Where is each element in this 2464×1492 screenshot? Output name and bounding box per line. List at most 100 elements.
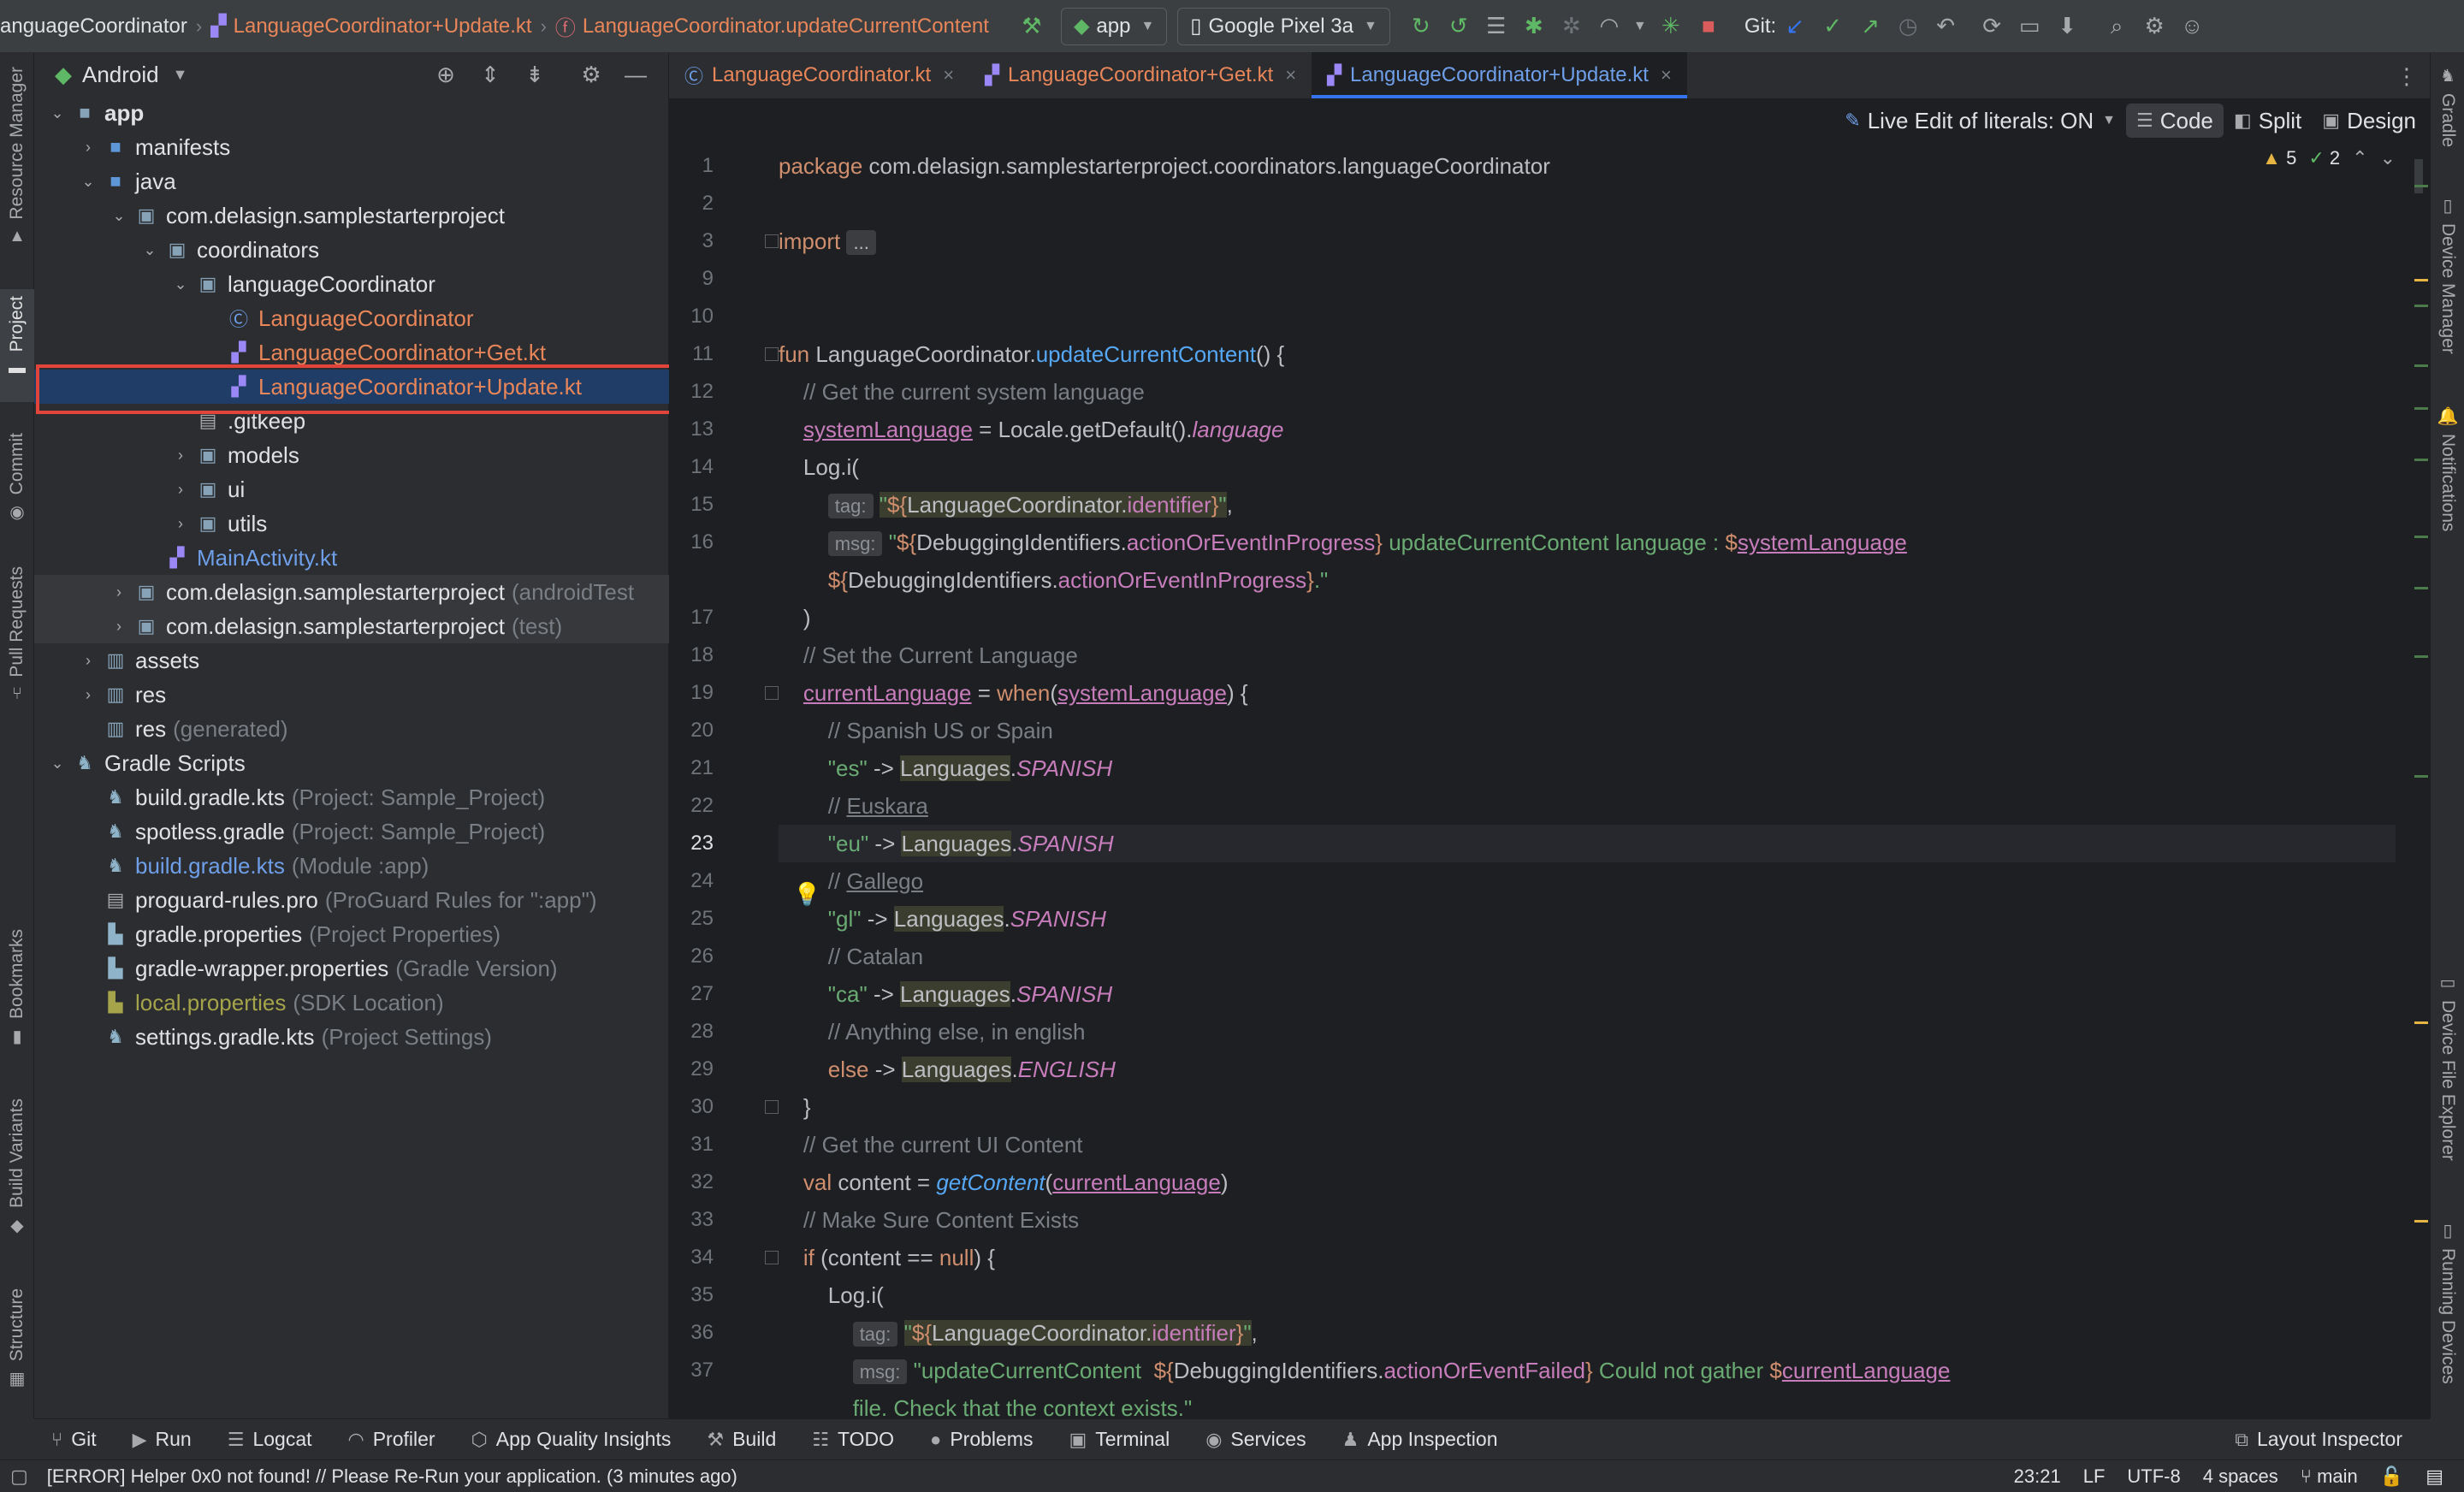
bottom-tab-layout-inspector[interactable]: ⧉ Layout Inspector bbox=[2218, 1428, 2421, 1451]
bottom-tab-profiler[interactable]: ◠ Profiler bbox=[331, 1428, 454, 1451]
device-manager-icon[interactable]: ▭ bbox=[2011, 8, 2048, 45]
tree-item-settings-gradle[interactable]: ♞ settings.gradle.kts (Project Settings) bbox=[34, 1020, 669, 1054]
more-options-icon[interactable]: ⋮ bbox=[2396, 63, 2418, 90]
view-mode-design[interactable]: ▣ Design bbox=[2312, 104, 2426, 138]
chevron-right-icon[interactable]: › bbox=[106, 618, 132, 636]
tree-item-build-gradle-project[interactable]: ♞ build.gradle.kts (Project: Sample_Proj… bbox=[34, 780, 669, 814]
gear-icon[interactable]: ⚙ bbox=[569, 62, 613, 88]
chevron-down-icon[interactable]: ▼ bbox=[1628, 8, 1652, 45]
apply-code-changes-icon[interactable]: ↺ bbox=[1440, 8, 1478, 45]
code-text[interactable]: package com.delasign.samplestarterprojec… bbox=[765, 147, 2396, 1427]
line-number[interactable]: 0 bbox=[669, 561, 763, 599]
expand-all-icon[interactable]: ⇕ bbox=[468, 62, 512, 88]
status-message[interactable]: [ERROR] Helper 0x0 not found! // Please … bbox=[47, 1465, 737, 1488]
tree-item-manifests[interactable]: › ■ manifests bbox=[34, 130, 669, 164]
tree-item-package-test[interactable]: › ▣ com.delasign.samplestarterproject (t… bbox=[34, 609, 669, 643]
fold-icon[interactable] bbox=[765, 234, 779, 248]
breadcrumb-item-function[interactable]: LanguageCoordinator.updateCurrentContent bbox=[583, 15, 989, 38]
logcat-icon[interactable]: ☰ bbox=[1478, 8, 1515, 45]
chevron-right-icon[interactable]: › bbox=[168, 481, 193, 499]
tool-tab-notifications[interactable]: 🔔 Notifications bbox=[2431, 406, 2464, 531]
tab-languagecoordinator-get[interactable]: ▞ LanguageCoordinator+Get.kt × bbox=[969, 52, 1312, 98]
chevron-right-icon[interactable]: › bbox=[75, 652, 101, 670]
line-number[interactable]: 20 bbox=[669, 712, 763, 749]
tool-tab-structure[interactable]: Structure ▦ bbox=[0, 1288, 34, 1389]
line-number[interactable]: 15 bbox=[669, 486, 763, 524]
hide-panel-icon[interactable]: — bbox=[613, 62, 658, 88]
tool-tab-project[interactable]: Project ▬ bbox=[0, 289, 34, 402]
fold-icon[interactable] bbox=[765, 686, 779, 700]
memory-indicator-icon[interactable]: ▤ bbox=[2426, 1465, 2443, 1488]
close-icon[interactable]: × bbox=[1661, 64, 1672, 86]
debug-icon[interactable]: ✱ bbox=[1515, 8, 1553, 45]
tree-item-languagecoordinator[interactable]: Ⓒ LanguageCoordinator bbox=[34, 301, 669, 335]
bottom-tab-app-inspection[interactable]: ♟ App Inspection bbox=[1325, 1428, 1517, 1451]
tree-item-coordinators[interactable]: ⌄ ▣ coordinators bbox=[34, 233, 669, 267]
live-edit-toggle[interactable]: ✎ Live Edit of literals: ON ▼ bbox=[1834, 104, 2126, 138]
tool-tab-device-file-explorer[interactable]: ▭ Device File Explorer bbox=[2431, 972, 2464, 1161]
fold-icon[interactable] bbox=[765, 1251, 779, 1264]
collapse-all-icon[interactable]: ⇟ bbox=[512, 62, 557, 88]
hammer-icon[interactable]: ⚒ bbox=[1013, 8, 1051, 45]
bottom-tab-app-quality-insights[interactable]: ⬡ App Quality Insights bbox=[454, 1428, 690, 1451]
line-number[interactable]: 14 bbox=[669, 448, 763, 486]
tree-item-models[interactable]: › ▣ models bbox=[34, 438, 669, 472]
close-icon[interactable]: × bbox=[943, 64, 954, 86]
project-view-select[interactable]: Android bbox=[82, 62, 159, 88]
tree-item-gradle-wrapper-properties[interactable]: ▙ gradle-wrapper.properties (Gradle Vers… bbox=[34, 951, 669, 986]
tree-item-res[interactable]: › ▥ res bbox=[34, 678, 669, 712]
chevron-down-icon[interactable]: ⌄ bbox=[44, 755, 70, 773]
tree-item-languagecoordinator-get[interactable]: ▞ LanguageCoordinator+Get.kt bbox=[34, 335, 669, 370]
toggle-tool-windows-icon[interactable]: ▢ bbox=[10, 1465, 28, 1488]
locate-file-icon[interactable]: ⊕ bbox=[424, 62, 468, 88]
line-number[interactable]: 18 bbox=[669, 636, 763, 674]
line-number[interactable]: 11 bbox=[669, 335, 763, 373]
breadcrumb-item-file[interactable]: LanguageCoordinator+Update.kt bbox=[234, 15, 532, 38]
tree-item-build-gradle-module[interactable]: ♞ build.gradle.kts (Module :app) bbox=[34, 849, 669, 883]
history-icon[interactable]: ◷ bbox=[1889, 8, 1927, 45]
view-mode-split[interactable]: ◧ Split bbox=[2224, 104, 2312, 138]
line-number[interactable]: 31 bbox=[669, 1126, 763, 1163]
tree-item-java[interactable]: ⌄ ■ java bbox=[34, 164, 669, 198]
stop-icon[interactable]: ■ bbox=[1690, 8, 1727, 45]
line-number[interactable]: 30 bbox=[669, 1088, 763, 1126]
bottom-tab-terminal[interactable]: ▣ Terminal bbox=[1051, 1428, 1188, 1451]
chevron-down-icon[interactable]: ⌄ bbox=[75, 173, 101, 191]
line-number[interactable]: 27 bbox=[669, 975, 763, 1013]
line-number[interactable]: 12 bbox=[669, 373, 763, 411]
chevron-down-icon[interactable]: ⌄ bbox=[44, 104, 70, 122]
git-update-icon[interactable]: ↙ bbox=[1776, 8, 1814, 45]
bottom-tab-services[interactable]: ◉ Services bbox=[1188, 1428, 1324, 1451]
line-number[interactable]: 17 bbox=[669, 599, 763, 636]
tool-tab-build-variants[interactable]: Build Variants ◆ bbox=[0, 1098, 34, 1236]
line-number[interactable]: 16 bbox=[669, 524, 763, 561]
close-icon[interactable]: × bbox=[1285, 64, 1296, 86]
line-number[interactable]: 37 bbox=[669, 1352, 763, 1389]
chevron-right-icon[interactable]: › bbox=[106, 583, 132, 601]
git-commit-icon[interactable]: ✓ bbox=[1814, 8, 1851, 45]
cursor-position[interactable]: 23:21 bbox=[2014, 1465, 2061, 1488]
line-number[interactable]: 21 bbox=[669, 749, 763, 787]
chevron-down-icon[interactable]: ⌄ bbox=[137, 241, 163, 259]
attach-process-icon[interactable]: ✳ bbox=[1652, 8, 1690, 45]
tab-languagecoordinator[interactable]: Ⓒ LanguageCoordinator.kt × bbox=[669, 52, 969, 98]
tree-item-ui[interactable]: › ▣ ui bbox=[34, 472, 669, 506]
tool-tab-resource-manager[interactable]: Resource Manager ▲ bbox=[0, 67, 34, 246]
line-number[interactable]: 29 bbox=[669, 1051, 763, 1088]
tree-item-spotless-gradle[interactable]: ♞ spotless.gradle (Project: Sample_Proje… bbox=[34, 814, 669, 849]
tree-item-languagecoordinator-pkg[interactable]: ⌄ ▣ languageCoordinator bbox=[34, 267, 669, 301]
line-separator[interactable]: LF bbox=[2083, 1465, 2106, 1488]
line-number[interactable]: 23 bbox=[669, 825, 763, 862]
line-number[interactable]: 24 bbox=[669, 862, 763, 900]
line-number[interactable]: 35 bbox=[669, 1276, 763, 1314]
lock-icon[interactable]: 🔓 bbox=[2380, 1465, 2403, 1488]
line-number[interactable]: 9 bbox=[669, 260, 763, 298]
line-number[interactable]: 19 bbox=[669, 674, 763, 712]
tree-item-gradle-scripts[interactable]: ⌄ ♞ Gradle Scripts bbox=[34, 746, 669, 780]
line-number[interactable]: 13 bbox=[669, 411, 763, 448]
line-number[interactable]: 1 bbox=[669, 147, 763, 185]
bottom-tab-todo[interactable]: ☷ TODO bbox=[795, 1428, 913, 1451]
profile-icon[interactable]: ◠ bbox=[1590, 8, 1628, 45]
tree-item-assets[interactable]: › ▥ assets bbox=[34, 643, 669, 678]
bottom-tab-problems[interactable]: ● Problems bbox=[913, 1428, 1051, 1451]
